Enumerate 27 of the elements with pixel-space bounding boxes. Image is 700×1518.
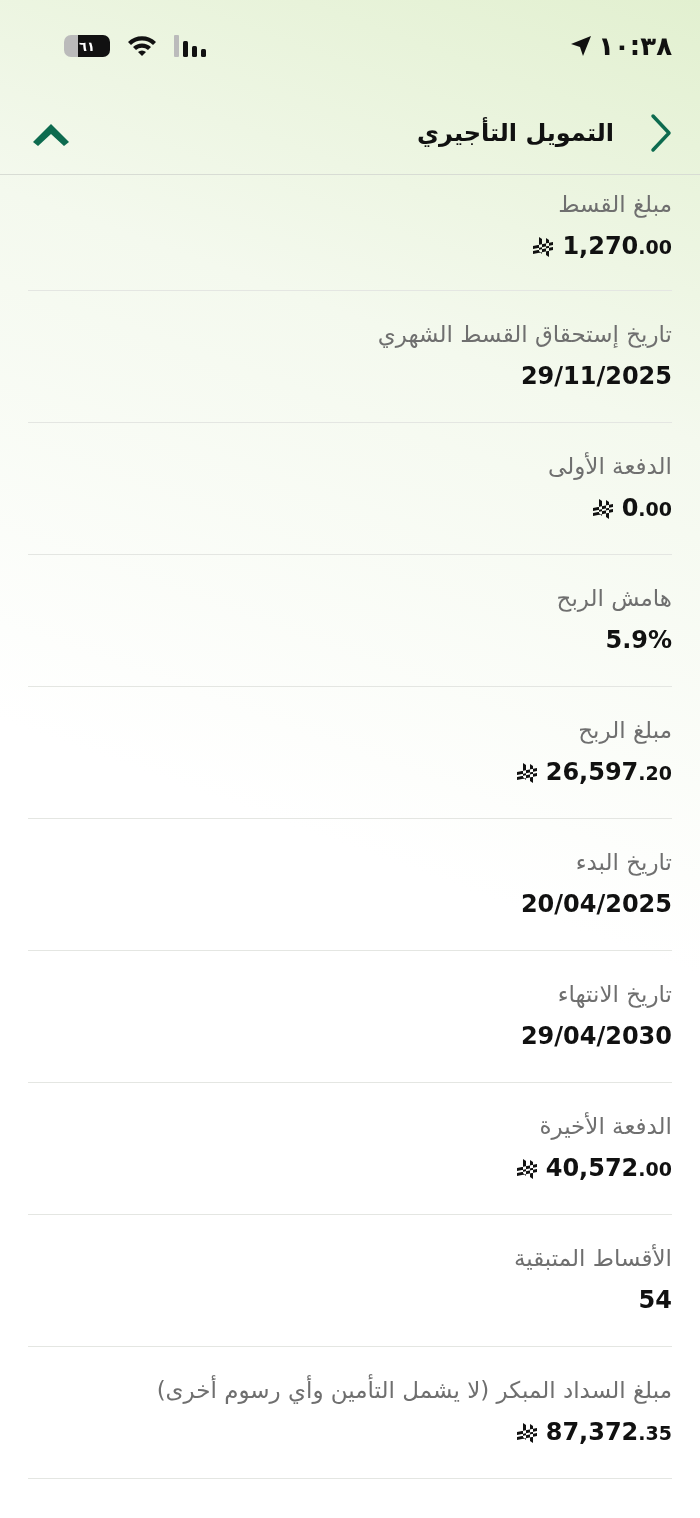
field-label: تاريخ إستحقاق القسط الشهري <box>376 320 672 350</box>
field-label: تاريخ الانتهاء <box>556 980 672 1010</box>
field-label: الأقساط المتبقية <box>512 1243 672 1273</box>
back-icon[interactable] <box>650 113 672 153</box>
amount-value: 1,270.00 <box>562 231 672 262</box>
page-title: التمويل التأجيري <box>416 119 614 147</box>
amount-value: 87,372.35 <box>545 1417 672 1448</box>
status-time: ١٠:٣٨ <box>598 31 672 61</box>
field-label: الدفعة الأولى <box>547 451 672 482</box>
battery-level: ٦١ <box>79 39 95 53</box>
field-label: الدفعة الأخيرة <box>538 1111 672 1142</box>
field-value: 29/11/2025 <box>520 361 672 392</box>
field-value: 20/04/2025 <box>520 889 672 920</box>
field-label: تاريخ البدء <box>574 848 672 878</box>
amount-value: 0.00 <box>621 493 672 524</box>
wifi-icon <box>126 34 158 58</box>
field-value: 29/04/2030 <box>520 1021 672 1052</box>
amount-value: 40,572.00 <box>545 1153 672 1184</box>
field-value: 54 <box>638 1285 672 1316</box>
location-icon <box>570 35 593 57</box>
amount-value: 26,597.20 <box>545 757 672 788</box>
field-value: 5.9% <box>605 625 672 656</box>
signal-icon <box>174 35 208 57</box>
field-label: هامش الربح <box>555 584 672 614</box>
field-label: مبلغ الربح <box>577 716 672 746</box>
field-label: مبلغ السداد المبكر (لا يشمل التأمين وأي رسوم أخرى) <box>28 1373 672 1407</box>
field-label: مبلغ القسط <box>557 190 672 220</box>
